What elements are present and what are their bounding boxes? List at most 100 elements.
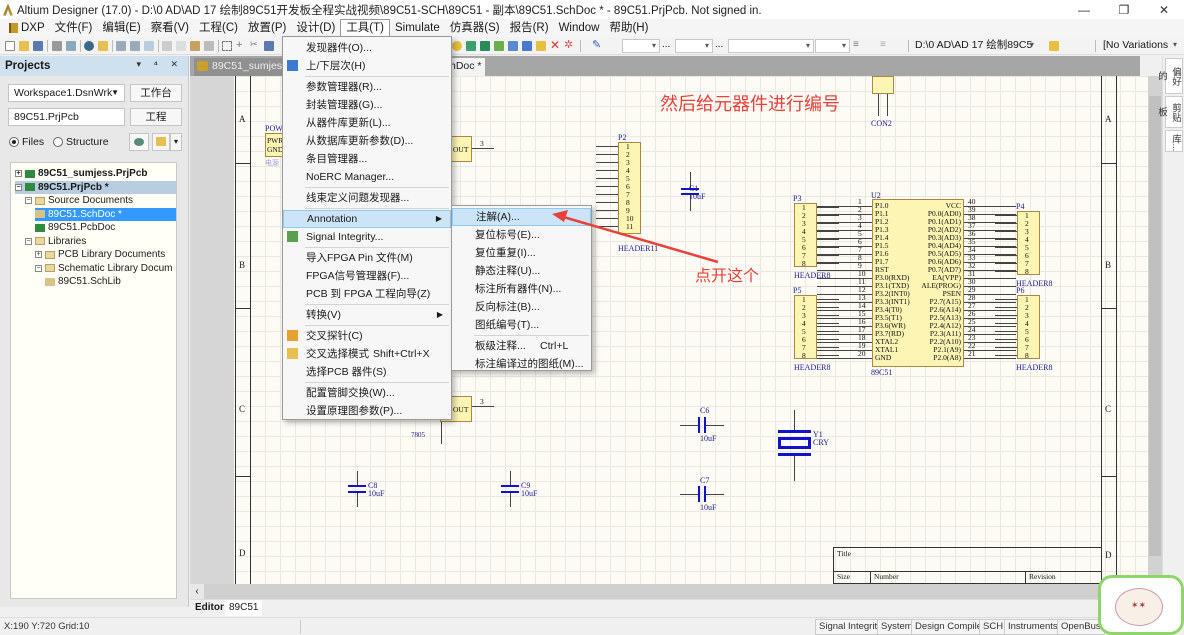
menu-view[interactable]: 察看(V) [146,19,194,37]
menu-simulator[interactable]: 仿真器(S) [445,19,505,37]
new-icon[interactable] [5,41,15,51]
menu-item[interactable]: 交叉选择模式 Shift+Ctrl+X [283,345,451,363]
clear-filter-icon[interactable] [264,41,274,51]
menu-item[interactable]: NoERC Manager... [283,168,451,186]
menu-place[interactable]: 放置(P) [243,19,291,37]
project-export-button[interactable] [152,133,170,151]
dock-tab-clipboard[interactable]: 剪贴板 [1156,96,1183,128]
copy-icon[interactable] [176,41,186,51]
align-icon[interactable]: ≡ [853,39,863,50]
menu-item[interactable]: Signal Integrity... [283,228,451,246]
menu-item[interactable]: 发现器件(O)... [283,39,451,57]
menu-item[interactable]: 导入FPGA Pin 文件(M) [283,249,451,267]
workspace-combo[interactable]: Workspace1.DsnWrk ▼ [8,84,125,102]
save-icon[interactable] [33,41,43,51]
crystal-y1[interactable] [778,437,811,449]
close-button[interactable]: ✕ [1144,0,1184,19]
menu-design[interactable]: 设计(D) [291,19,340,37]
size-combo[interactable]: ▾ [675,39,713,53]
editor-tab-89c51[interactable]: 89C51 [225,600,263,616]
tree-item[interactable]: −89C51.PrjPcb * [15,180,176,194]
horizontal-scrollbar[interactable]: ‹ [190,584,1148,599]
menu-simulate[interactable]: Simulate [390,19,445,37]
menu-item[interactable]: 选择PCB 器件(S) [283,363,451,381]
collapse-icon[interactable]: − [35,264,42,272]
tree-item[interactable]: − Source Documents [25,194,133,207]
menu-item[interactable]: 图纸编号(T)... [452,316,591,334]
menu-item[interactable]: 封装管理器(G)... [283,96,451,114]
project-button[interactable]: 工程 [130,108,182,126]
menu-item[interactable]: 配置管脚交换(W)... [283,384,451,402]
menu-item[interactable]: 静态注释(U)... [452,262,591,280]
harness-icon[interactable] [508,41,518,51]
dock-tab-libraries[interactable]: 库... [1165,130,1183,152]
distribute-icon[interactable]: ≡ [880,39,890,50]
compile-mask-icon[interactable]: ✲ [564,38,574,51]
tab-89c51-schdoc[interactable]: hDoc * [448,58,485,76]
menu-item[interactable]: 复位重复(I)... [452,244,591,262]
sheet-entry-icon[interactable] [480,41,490,51]
menu-item[interactable]: 注解(A)... [452,208,591,226]
open-icon[interactable] [19,41,29,51]
menu-item[interactable]: 交叉探针(C) [283,327,451,345]
status-tab-design-compiler[interactable]: Design Compiler [911,619,990,635]
scroll-left-icon[interactable]: ‹ [190,584,204,599]
menu-item[interactable]: 上/下层次(H) [283,57,451,75]
workspace-button[interactable]: 工作台 [130,84,182,102]
no-erc-icon[interactable]: ✕ [550,38,560,52]
more-button-2[interactable]: ... [715,39,725,50]
zoom-area-icon[interactable] [130,41,140,51]
menu-file[interactable]: 文件(F) [50,19,98,37]
vertical-scrollbar[interactable] [1148,76,1162,584]
tree-item[interactable]: − Libraries [25,235,86,248]
menu-tools[interactable]: 工具(T) [340,19,390,37]
menu-dxp[interactable]: DXP [4,19,50,37]
tree-item[interactable]: + PCB Library Documents [35,248,165,261]
menu-reports[interactable]: 报告(R) [505,19,554,37]
cut-icon[interactable] [162,41,172,51]
device-sheet-icon[interactable] [494,41,504,51]
minimize-button[interactable]: — [1064,0,1104,19]
print-icon[interactable] [52,41,62,51]
move-icon[interactable]: + [236,39,246,51]
print-preview-icon[interactable] [66,41,76,51]
port-icon[interactable] [452,41,462,51]
project-export-dropdown[interactable]: ▾ [170,133,182,151]
tree-item[interactable]: 89C51.PcbDoc [35,221,115,234]
sheet-symbol-icon[interactable] [466,41,476,51]
menu-item[interactable]: 反向标注(B)... [452,298,591,316]
deselect-icon[interactable]: ✂ [250,39,260,49]
width-combo[interactable]: ▾ [815,39,850,53]
structure-radio[interactable]: Structure [53,136,109,148]
harness-entry-icon[interactable] [522,41,532,51]
menu-edit[interactable]: 编辑(E) [97,19,145,37]
status-tab-signal-integrity[interactable]: Signal Integrity [815,619,886,635]
menu-item[interactable]: 从数据库更新参数(D)... [283,132,451,150]
menu-project[interactable]: 工程(C) [194,19,243,37]
paste-icon[interactable] [190,41,200,51]
status-tab-sch[interactable]: SCH [979,619,1008,635]
collapse-icon[interactable]: − [15,183,22,191]
menu-item[interactable]: 标注所有器件(N)... [452,280,591,298]
tree-item[interactable]: − Schematic Library Docum [35,262,172,275]
font-combo[interactable]: ▾ [622,39,660,53]
variations-combo[interactable]: [No Variations ▾ [1100,39,1180,53]
menu-item[interactable]: 线束定义问题发现器... [283,189,451,207]
menu-window[interactable]: Window [554,19,605,37]
project-field[interactable]: 89C51.PrjPcb [8,108,125,126]
menu-item[interactable]: 标注编译过的图纸(M)... [452,355,591,373]
menu-item[interactable]: 从器件库更新(L)... [283,114,451,132]
power-connector[interactable]: PWR GND [265,133,283,157]
con2-connector[interactable] [872,76,894,94]
menu-item[interactable]: 转换(V) ▶ [283,306,451,324]
menu-item[interactable]: 设置原理图参数(P)... [283,402,451,420]
maximize-button[interactable]: ❐ [1104,0,1144,19]
menu-item[interactable]: 板级注释... Ctrl+L [452,337,591,355]
menu-item[interactable]: 条目管理器... [283,150,451,168]
tree-item[interactable]: 89C51.SchDoc * [35,207,176,221]
project-path-combo[interactable]: D:\0 AD\AD 17 绘制89C5 ▾ [912,39,1037,53]
tree-item[interactable]: 89C51.SchLib [45,275,121,288]
panel-controls[interactable]: ▾ ⁴ ✕ [136,59,183,70]
collapse-icon[interactable]: − [25,197,32,204]
status-tab-instruments[interactable]: Instruments [1004,619,1062,635]
